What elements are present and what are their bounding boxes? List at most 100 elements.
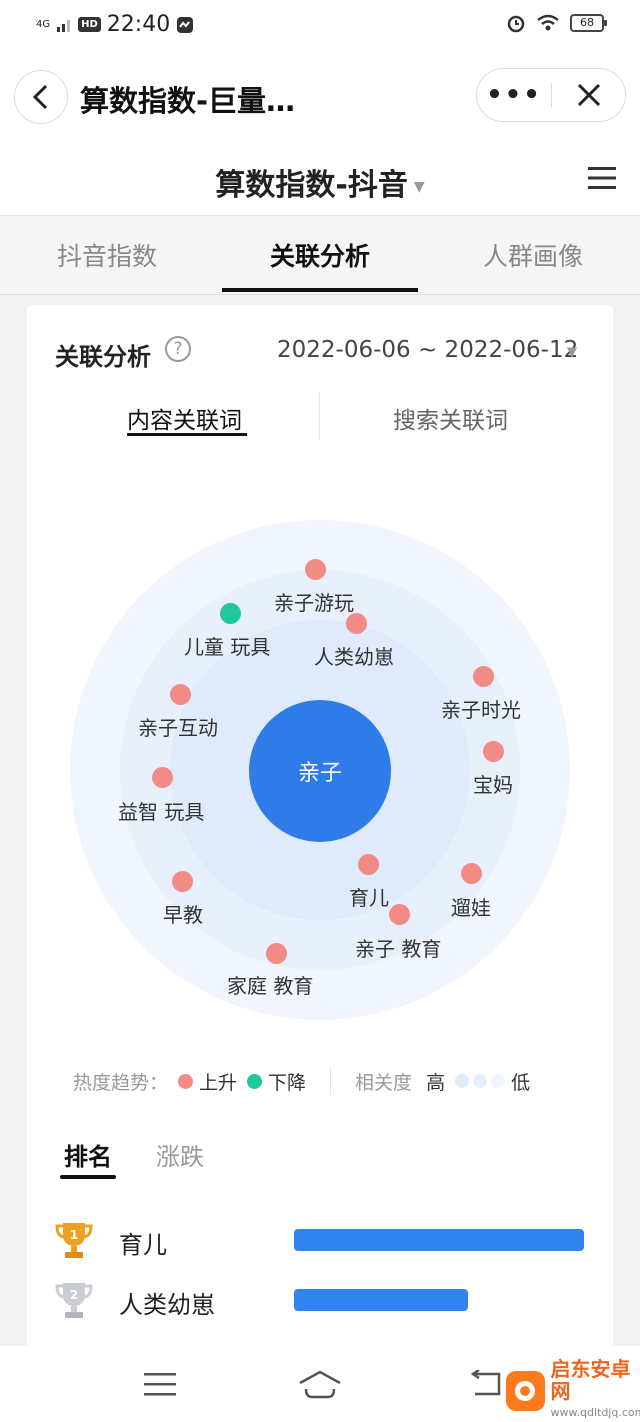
gold-trophy-icon: 1 (55, 1223, 93, 1258)
related-word[interactable]: 亲子时光 (441, 694, 521, 723)
menu-icon[interactable] (588, 166, 616, 190)
related-word[interactable]: 早教 (163, 899, 203, 928)
active-tab-indicator (222, 288, 418, 292)
subtab-indicator (127, 433, 247, 436)
trend-dot (483, 741, 504, 762)
watermark-text: 启东安卓网 www.qdltdjq.com (551, 1358, 640, 1422)
ranking-row[interactable]: 2 人类幼崽 (53, 1277, 593, 1327)
legend-down-label: 下降 (268, 1071, 307, 1094)
date-range-picker[interactable]: 2022-06-06 ~ 2022-06-12 (277, 337, 578, 363)
trend-dot (152, 767, 173, 788)
capsule-menu: ••• (476, 68, 626, 122)
legend-down-dot (247, 1073, 263, 1089)
related-word[interactable]: 宝妈 (473, 769, 513, 798)
back-button[interactable] (14, 70, 68, 124)
legend-relevance-high (455, 1074, 470, 1088)
related-word[interactable]: 亲子 教育 (355, 933, 441, 962)
trend-dot (346, 613, 367, 634)
trend-dot (170, 684, 191, 705)
page-title-dropdown[interactable]: 算数指数-抖音 ▼ (0, 160, 640, 204)
trend-dot (266, 943, 287, 964)
network-type: 4G (36, 18, 51, 30)
silver-trophy-icon: 2 (55, 1283, 93, 1318)
trend-dot (358, 854, 379, 875)
close-button[interactable] (553, 69, 625, 121)
trend-dot (220, 603, 241, 624)
ranking-row[interactable]: 1 育儿 (53, 1217, 593, 1267)
legend-high-label: 高 (426, 1071, 446, 1094)
alarm-icon (507, 15, 525, 33)
capsule-divider (551, 83, 552, 107)
related-word[interactable]: 亲子互动 (138, 712, 218, 741)
status-left: 4G HD 22:40 (36, 12, 194, 37)
watermark-name: 启东安卓网 (550, 1357, 631, 1403)
related-word[interactable]: 遛娃 (451, 892, 491, 921)
legend-relevance-mid (473, 1074, 488, 1088)
related-word[interactable]: 儿童 玩具 (184, 631, 270, 660)
back-arrow-icon (470, 1370, 501, 1396)
legend-relevance-label: 相关度 (355, 1071, 413, 1094)
rank-tab-indicator (60, 1175, 116, 1179)
svg-text:1: 1 (70, 1228, 78, 1242)
tab-douyin-index[interactable]: 抖音指数 (7, 237, 207, 273)
chart-legend: 热度趋势： 上升 下降 相关度 高 低 (73, 1065, 593, 1097)
svg-text:2: 2 (70, 1288, 78, 1302)
tab-change[interactable]: 涨跌 (156, 1137, 204, 1172)
tab-rank[interactable]: 排名 (64, 1137, 112, 1172)
legend-low-label: 低 (511, 1071, 531, 1094)
section-title: 关联分析 (55, 343, 151, 371)
legend-up-label: 上升 (199, 1071, 238, 1094)
help-icon[interactable]: ? (165, 336, 191, 362)
related-word[interactable]: 人类幼崽 (314, 641, 394, 670)
more-icon: ••• (486, 80, 542, 110)
related-word[interactable]: 育儿 (349, 882, 389, 911)
page-title: 算数指数-抖音 (215, 168, 408, 203)
clock: 22:40 (106, 12, 171, 37)
tab-audience-profile[interactable]: 人群画像 (433, 237, 633, 273)
page-header: 算数指数-抖音 ▼ (0, 142, 640, 216)
home-icon (299, 1370, 341, 1399)
trend-dot (461, 863, 482, 884)
signal-icon (57, 19, 71, 32)
analysis-card: 关联分析 ? 2022-06-06 ~ 2022-06-12 ▼ 内容关联词 搜… (27, 305, 613, 1350)
battery-icon: 68 (570, 14, 607, 32)
trend-dot (389, 904, 410, 925)
trend-dot (305, 559, 326, 580)
home-nav-button[interactable] (290, 1364, 350, 1404)
trend-dot (473, 666, 494, 687)
caret-down-icon: ▼ (413, 178, 425, 195)
subtab-divider (319, 393, 320, 439)
chevron-left-icon (32, 84, 48, 110)
app-notification-icon (177, 16, 194, 33)
ranking-bar (294, 1289, 468, 1311)
status-right: 68 (506, 13, 607, 33)
subtab-search-related[interactable]: 搜索关联词 (393, 401, 508, 435)
subtab-content-related[interactable]: 内容关联词 (127, 401, 242, 435)
related-word[interactable]: 益智 玩具 (118, 796, 204, 825)
related-word[interactable]: 亲子游玩 (274, 587, 354, 616)
tab-related-analysis[interactable]: 关联分析 (220, 237, 420, 273)
title-bar: 算数指数-巨量… ••• (0, 50, 640, 142)
caret-down-icon: ▼ (567, 345, 577, 360)
watermark-url: www.qdltdjq.com (550, 1406, 640, 1419)
close-icon (577, 83, 601, 107)
menu-nav-button[interactable] (130, 1364, 190, 1404)
center-keyword: 亲子 (249, 700, 391, 842)
more-button[interactable]: ••• (477, 69, 551, 121)
main-tabs: 抖音指数 关联分析 人群画像 (0, 217, 640, 295)
watermark-logo-icon (506, 1371, 545, 1411)
menu-icon (144, 1373, 176, 1396)
android-icon (515, 1381, 536, 1401)
watermark: 启东安卓网 www.qdltdjq.com (506, 1358, 640, 1422)
legend-trend-label: 热度趋势： (73, 1071, 169, 1094)
ranking-word: 育儿 (119, 1231, 167, 1259)
hd-badge: HD (78, 17, 101, 32)
legend-divider (330, 1067, 332, 1095)
legend-relevance-low (491, 1074, 506, 1088)
legend-up-dot (178, 1073, 194, 1089)
ranking-word: 人类幼崽 (119, 1291, 215, 1319)
trend-dot (172, 871, 193, 892)
ranking-bar (294, 1229, 584, 1251)
related-word[interactable]: 家庭 教育 (227, 970, 313, 999)
window-title: 算数指数-巨量… (80, 84, 296, 118)
